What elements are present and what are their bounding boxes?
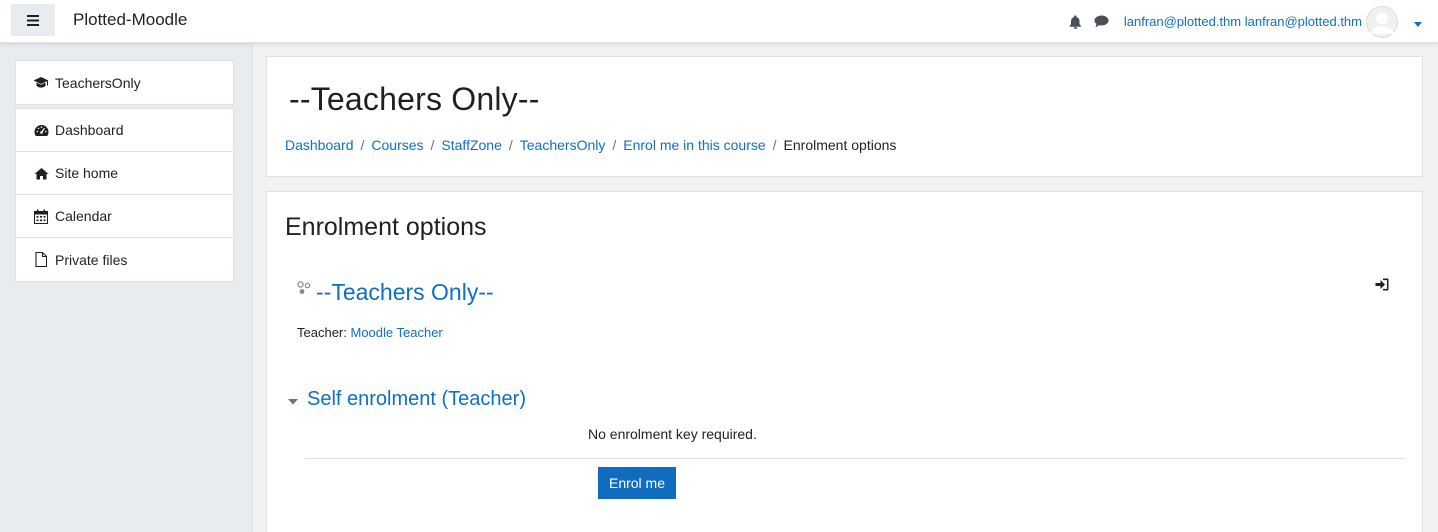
messages-button[interactable] (1092, 12, 1112, 32)
enrol-me-button[interactable]: Enrol me (598, 467, 676, 499)
sidebar-item-label: Dashboard (55, 122, 124, 138)
file-icon (33, 252, 49, 268)
self-enrolment-heading[interactable]: Self enrolment (Teacher) (307, 388, 526, 411)
course-name-link[interactable]: --Teachers Only-- (316, 279, 494, 306)
default-user-icon (1366, 5, 1398, 38)
breadcrumb-teachersonly[interactable]: TeachersOnly (520, 137, 606, 153)
breadcrumb-separator: / (360, 137, 365, 153)
hamburger-icon (27, 14, 39, 26)
course-teacher: Teacher: Moodle Teacher (297, 325, 443, 340)
breadcrumb-separator: / (772, 137, 777, 153)
breadcrumb-dashboard[interactable]: Dashboard (285, 137, 354, 153)
course-icon (297, 281, 311, 295)
graduation-cap-icon (33, 75, 49, 91)
tachometer-icon (33, 122, 49, 138)
sidebar-item-label: Private files (55, 251, 128, 268)
breadcrumb-separator: / (612, 137, 617, 153)
no-enrolment-key-text: No enrolment key required. (588, 426, 757, 442)
user-avatar[interactable] (1366, 5, 1398, 38)
user-name[interactable]: lanfran@plotted.thm lanfran@plotted.thm (1124, 14, 1362, 29)
breadcrumb-courses[interactable]: Courses (371, 137, 423, 153)
form-divider (305, 458, 1405, 459)
section-title: Enrolment options (285, 213, 487, 241)
top-navbar: Plotted-Moodle lanfran@plotted.thm lanfr… (0, 0, 1438, 43)
bell-icon (1069, 15, 1082, 29)
teacher-link[interactable]: Moodle Teacher (350, 325, 442, 340)
enrol-icon[interactable] (1375, 278, 1389, 292)
sidebar-item-label: Calendar (55, 208, 112, 224)
course-nav-block: TeachersOnly (15, 60, 234, 105)
caret-down-icon (288, 399, 298, 405)
calendar-icon (33, 208, 49, 224)
site-name[interactable]: Plotted-Moodle (73, 10, 187, 30)
page-header: --Teachers Only-- Dashboard / Courses / … (266, 56, 1423, 177)
chat-bubble-icon (1094, 15, 1109, 28)
breadcrumb-current: Enrolment options (783, 137, 897, 153)
drawer-toggle-button[interactable] (11, 4, 55, 36)
sidebar-item-calendar[interactable]: Calendar (16, 195, 233, 238)
sidebar-item-label: TeachersOnly (55, 74, 141, 91)
sidebar-item-dashboard[interactable]: Dashboard (16, 109, 233, 152)
home-icon (33, 165, 49, 181)
user-menu-toggle[interactable] (1414, 14, 1422, 30)
site-nav-block: Dashboard Site home Calendar Private fil… (15, 108, 234, 282)
sidebar-item-label: Site home (55, 165, 119, 181)
sidebar-item-teachersonly[interactable]: TeachersOnly (16, 61, 233, 104)
user-navigation: lanfran@plotted.thm lanfran@plotted.thm (1066, 0, 1422, 43)
breadcrumb-staffzone[interactable]: StaffZone (441, 137, 501, 153)
teacher-label: Teacher: (297, 325, 351, 340)
collapse-toggle[interactable] (287, 394, 299, 405)
enrolment-options-region: Enrolment options --Teachers Only-- Teac… (266, 191, 1423, 532)
notification-button[interactable] (1066, 12, 1086, 32)
sidebar-item-site-home[interactable]: Site home (16, 152, 233, 195)
nav-drawer: TeachersOnly Dashboard Site home Calenda… (0, 43, 253, 532)
breadcrumb-separator: / (430, 137, 435, 153)
breadcrumb-separator: / (508, 137, 513, 153)
breadcrumb-enrol-me[interactable]: Enrol me in this course (623, 137, 765, 153)
sidebar-item-private-files[interactable]: Private files (16, 238, 233, 281)
caret-down-icon (1414, 21, 1422, 27)
breadcrumb: Dashboard / Courses / StaffZone / Teache… (285, 137, 896, 153)
page-title: --Teachers Only-- (289, 81, 540, 117)
